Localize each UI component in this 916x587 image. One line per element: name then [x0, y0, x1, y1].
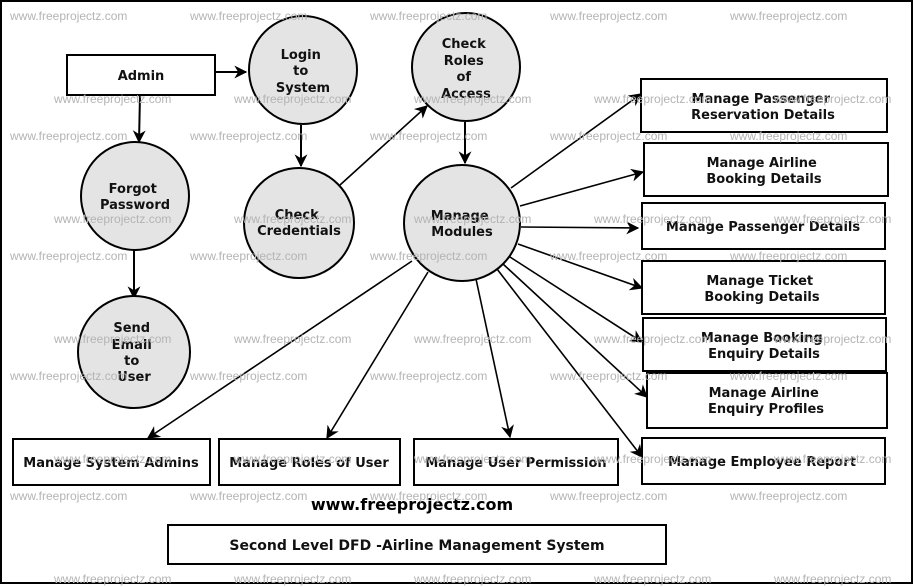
process-check-roles-of-access[interactable]: Check Roles of Access	[411, 12, 521, 122]
label-line: Booking Details	[704, 290, 819, 305]
label-line: Check	[442, 37, 486, 52]
box-label: Manage Ticket Booking Details	[704, 274, 819, 305]
label-line: to	[293, 64, 308, 79]
entity-admin[interactable]: Admin	[66, 54, 216, 96]
label-line: to	[124, 354, 139, 369]
label-line: System	[276, 81, 330, 96]
box-label: Manage Roles of User	[229, 456, 389, 471]
process-manage-modules[interactable]: Manage Modules	[403, 164, 521, 282]
box-manage-booking-enquiry[interactable]: Manage Booking Enquiry Details	[642, 317, 887, 372]
label-line: Manage Roles of User	[229, 456, 389, 471]
label-line: Manage User Permission	[425, 456, 606, 471]
label-line: Login	[281, 48, 321, 63]
label-line: Check	[275, 208, 319, 223]
label-line: Booking Details	[706, 172, 821, 187]
flow-admin-forgot	[132, 94, 146, 144]
diagram-title: Second Level DFD -Airline Management Sys…	[229, 538, 604, 554]
label-line: Credentials	[257, 224, 341, 239]
label-line: Email	[112, 338, 152, 353]
box-label: Manage Passenger Details	[666, 220, 860, 235]
box-label: Manage Booking Enquiry Details	[701, 331, 827, 362]
box-manage-roles-of-user[interactable]: Manage Roles of User	[218, 438, 401, 486]
box-label: Manage Airline Booking Details	[706, 156, 821, 187]
box-manage-ticket-booking[interactable]: Manage Ticket Booking Details	[641, 260, 886, 315]
label-line: User	[117, 370, 151, 385]
box-manage-employee-report[interactable]: Manage Employee Report	[641, 437, 886, 485]
label-line: Modules	[431, 225, 493, 240]
process-forgot-password[interactable]: Forgot Password	[80, 141, 190, 251]
label-line: Manage Passenger	[692, 92, 831, 107]
label-line: Manage Passenger Details	[666, 220, 860, 235]
process-login-to-system[interactable]: Login to System	[248, 15, 358, 125]
label-line: Manage Airline	[709, 386, 819, 401]
label-line: Roles	[444, 54, 484, 69]
process-check-credentials[interactable]: Check Credentials	[243, 167, 355, 279]
label-line: Manage Ticket	[706, 274, 813, 289]
box-label: Manage Employee Report	[668, 455, 856, 470]
label-line: Forgot	[109, 182, 157, 197]
flow-modules-passenger-details	[520, 221, 640, 235]
label-line: Access	[441, 87, 491, 102]
box-label: Manage User Permission	[425, 456, 606, 471]
box-label: Manage System Admins	[23, 456, 199, 471]
box-manage-passenger-details[interactable]: Manage Passenger Details	[641, 202, 886, 250]
label-line: Password	[100, 198, 170, 213]
label-line: of	[456, 70, 471, 85]
box-manage-airline-enquiry[interactable]: Manage Airline Enquiry Profiles	[646, 372, 888, 429]
dfd-diagram: Admin Login to System Check Roles of Acc…	[0, 0, 913, 584]
entity-admin-label: Admin	[118, 69, 165, 84]
box-manage-user-permission[interactable]: Manage User Permission	[413, 438, 619, 486]
diagram-title-box: Second Level DFD -Airline Management Sys…	[167, 524, 667, 565]
box-manage-passenger-reservation[interactable]: Manage Passenger Reservation Details	[640, 78, 888, 133]
process-forgot-label: Forgot Password	[100, 182, 170, 213]
site-label: www.freeprojectz.com	[311, 495, 513, 514]
box-manage-airline-booking[interactable]: Manage Airline Booking Details	[643, 142, 889, 197]
label-line: Send	[113, 321, 150, 336]
process-modules-label: Manage Modules	[431, 209, 493, 240]
label-line: Reservation Details	[691, 108, 835, 123]
label-line: Manage Airline	[707, 156, 817, 171]
label-line: Enquiry Details	[708, 347, 820, 362]
label-line: Manage	[431, 209, 489, 224]
process-send-email-to-user[interactable]: Send Email to User	[77, 295, 191, 409]
box-manage-system-admins[interactable]: Manage System Admins	[12, 438, 211, 486]
label-line: Manage Employee Report	[668, 455, 856, 470]
box-label: Manage Passenger Reservation Details	[691, 92, 835, 123]
box-label: Manage Airline Enquiry Profiles	[708, 386, 824, 417]
label-line: Enquiry Profiles	[708, 402, 824, 417]
label-line: Manage Booking	[701, 331, 823, 346]
label-line: Manage System Admins	[23, 456, 199, 471]
